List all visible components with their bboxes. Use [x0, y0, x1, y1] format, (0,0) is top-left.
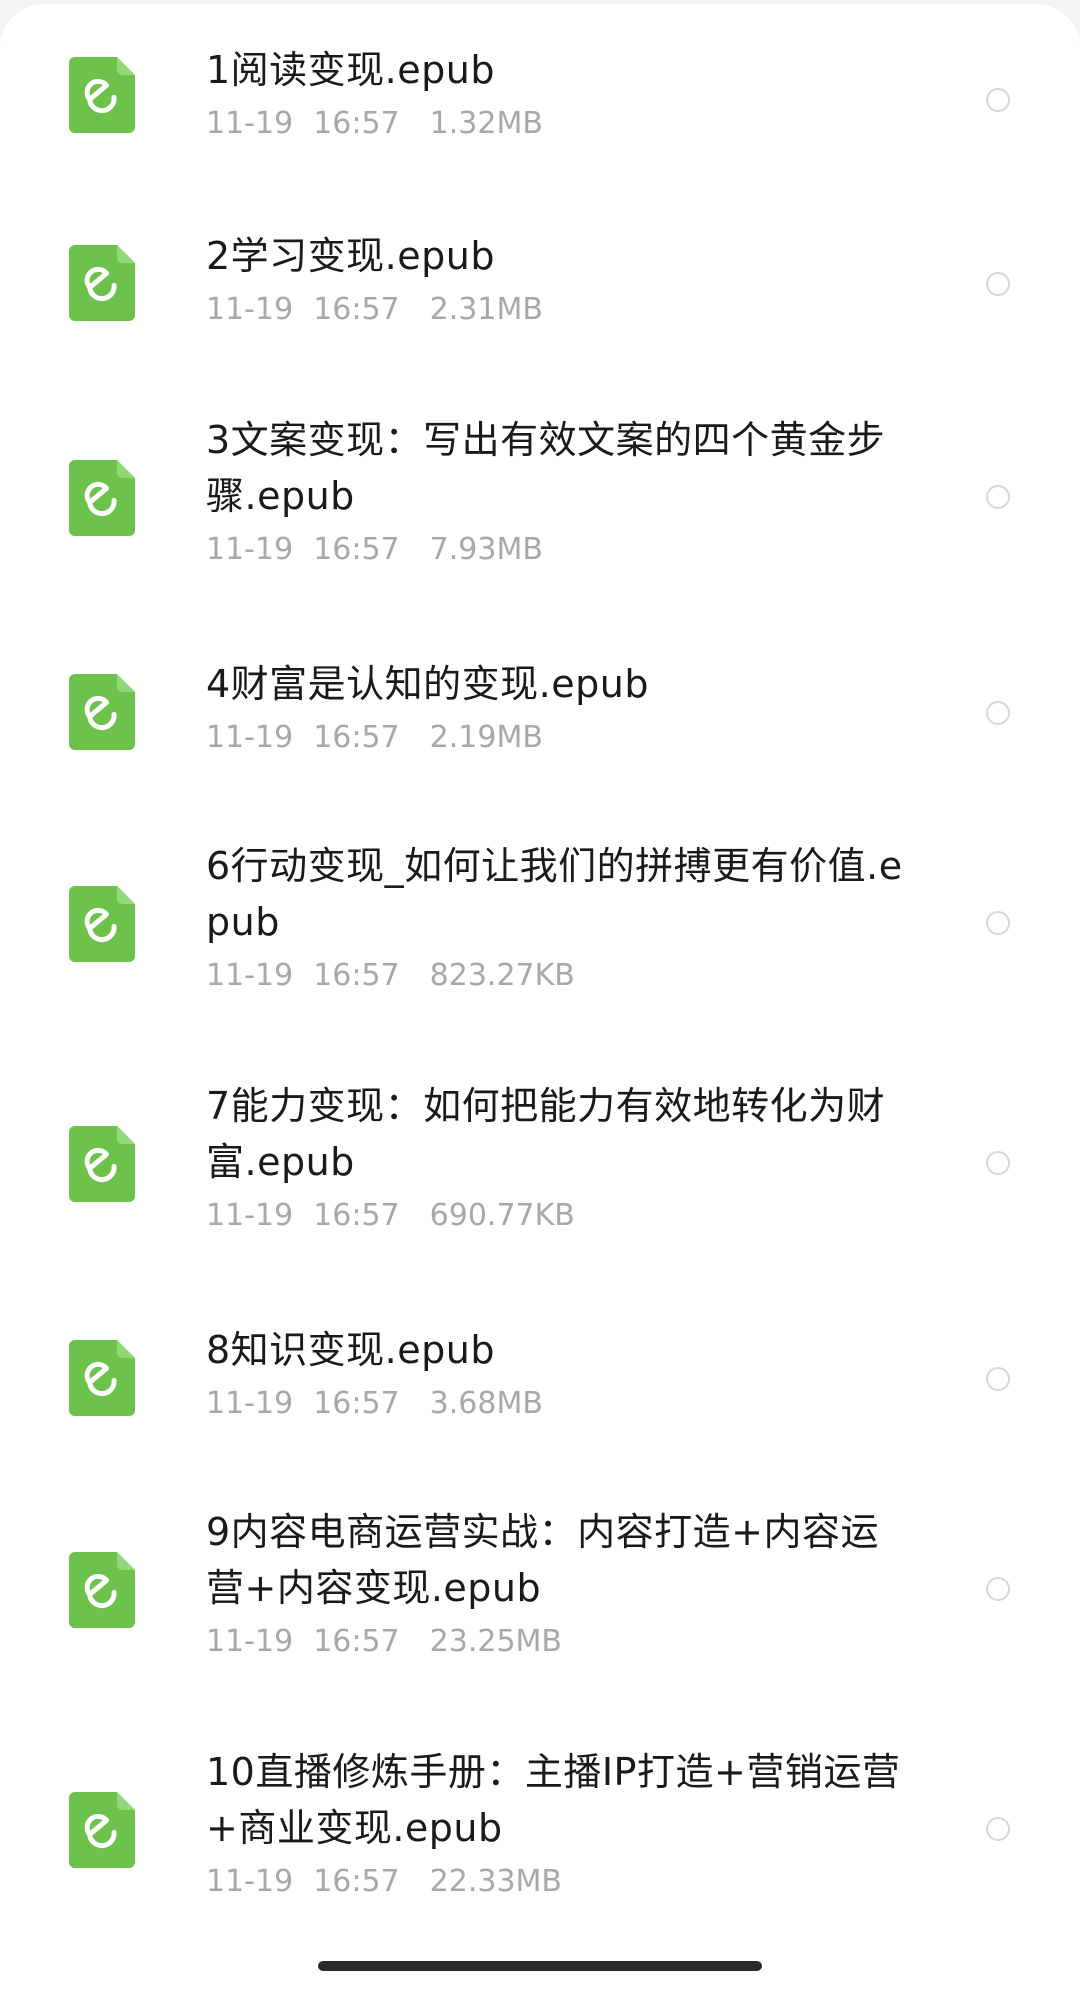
file-row[interactable]: 2学习变现.epub 11-19 16:57 2.31MB [0, 186, 1080, 372]
file-name: 3文案变现：写出有效文案的四个黄金步骤.epub [206, 418, 886, 518]
file-size: 7.93MB [429, 532, 543, 567]
file-date: 11-19 [206, 720, 294, 755]
file-date: 11-19 [206, 958, 294, 993]
file-time: 16:57 [313, 532, 400, 567]
file-time: 16:57 [313, 106, 400, 141]
file-time: 16:57 [313, 1198, 400, 1233]
file-time: 16:57 [313, 1386, 400, 1421]
file-row[interactable]: 6行动变现_如何让我们的拼搏更有价值.epub 11-19 16:57 823.27… [0, 798, 1080, 1038]
file-meta: 11-19 16:57 1.32MB [206, 104, 906, 144]
file-date: 11-19 [206, 532, 294, 567]
select-radio[interactable] [986, 272, 1010, 296]
epub-file-icon [69, 460, 135, 536]
file-size: 823.27KB [429, 958, 575, 993]
file-size: 2.19MB [429, 720, 543, 755]
epub-file-icon [69, 1552, 135, 1628]
file-size: 22.33MB [429, 1864, 563, 1899]
epub-file-icon [69, 886, 135, 962]
file-size: 2.31MB [429, 292, 543, 327]
file-time: 16:57 [313, 720, 400, 755]
file-name: 1阅读变现.epub [206, 48, 495, 92]
file-date: 11-19 [206, 1386, 294, 1421]
select-radio[interactable] [986, 1577, 1010, 1601]
file-list-sheet: 1阅读变现.epub 11-19 16:57 1.32MB 2学习变现.epub 1… [0, 4, 1080, 1995]
file-size: 23.25MB [429, 1624, 563, 1659]
file-time: 16:57 [313, 958, 400, 993]
file-name: 8知识变现.epub [206, 1328, 495, 1372]
select-radio[interactable] [986, 1367, 1010, 1391]
home-indicator-bar[interactable] [318, 1961, 762, 1971]
select-radio[interactable] [986, 1151, 1010, 1175]
file-row[interactable]: 8知识变现.epub 11-19 16:57 3.68MB [0, 1278, 1080, 1464]
select-radio[interactable] [986, 88, 1010, 112]
file-date: 11-19 [206, 1864, 294, 1899]
file-name: 2学习变现.epub [206, 234, 495, 278]
file-name: 6行动变现_如何让我们的拼搏更有价值.epub [206, 844, 903, 944]
select-radio[interactable] [986, 1817, 1010, 1841]
file-date: 11-19 [206, 106, 294, 141]
select-radio[interactable] [986, 701, 1010, 725]
file-time: 16:57 [313, 1624, 400, 1659]
file-meta: 11-19 16:57 23.25MB [206, 1622, 906, 1662]
file-row[interactable]: 10直播修炼手册：主播IP打造+营销运营+商业变现.epub 11-19 16:5… [0, 1704, 1080, 1944]
file-name: 9内容电商运营实战：内容打造+内容运营+内容变现.epub [206, 1510, 880, 1610]
file-row[interactable]: 7能力变现：如何把能力有效地转化为财富.epub 11-19 16:57 690.7… [0, 1038, 1080, 1278]
file-time: 16:57 [313, 292, 400, 327]
file-meta: 11-19 16:57 823.27KB [206, 956, 906, 996]
file-size: 690.77KB [429, 1198, 575, 1233]
file-name: 7能力变现：如何把能力有效地转化为财富.epub [206, 1084, 886, 1184]
epub-file-icon [69, 674, 135, 750]
epub-file-icon [69, 1126, 135, 1202]
file-date: 11-19 [206, 1624, 294, 1659]
select-radio[interactable] [986, 911, 1010, 935]
file-name: 10直播修炼手册：主播IP打造+营销运营+商业变现.epub [206, 1750, 901, 1850]
file-date: 11-19 [206, 1198, 294, 1233]
file-meta: 11-19 16:57 2.31MB [206, 290, 906, 330]
file-meta: 11-19 16:57 7.93MB [206, 530, 906, 570]
epub-file-icon [69, 245, 135, 321]
file-row[interactable]: 9内容电商运营实战：内容打造+内容运营+内容变现.epub 11-19 16:57… [0, 1464, 1080, 1704]
epub-file-icon [69, 1340, 135, 1416]
file-size: 1.32MB [429, 106, 543, 141]
select-radio[interactable] [986, 485, 1010, 509]
file-row[interactable]: 1阅读变现.epub 11-19 16:57 1.32MB [0, 4, 1080, 186]
file-row[interactable]: 4财富是认知的变现.epub 11-19 16:57 2.19MB [0, 612, 1080, 798]
file-date: 11-19 [206, 292, 294, 327]
file-meta: 11-19 16:57 690.77KB [206, 1196, 906, 1236]
epub-file-icon [69, 1792, 135, 1868]
file-meta: 11-19 16:57 3.68MB [206, 1384, 906, 1424]
file-time: 16:57 [313, 1864, 400, 1899]
file-name: 4财富是认知的变现.epub [206, 662, 649, 706]
file-meta: 11-19 16:57 22.33MB [206, 1862, 906, 1902]
file-size: 3.68MB [429, 1386, 543, 1421]
epub-file-icon [69, 57, 135, 133]
file-row[interactable]: 3文案变现：写出有效文案的四个黄金步骤.epub 11-19 16:57 7.93M… [0, 372, 1080, 612]
file-meta: 11-19 16:57 2.19MB [206, 718, 906, 758]
